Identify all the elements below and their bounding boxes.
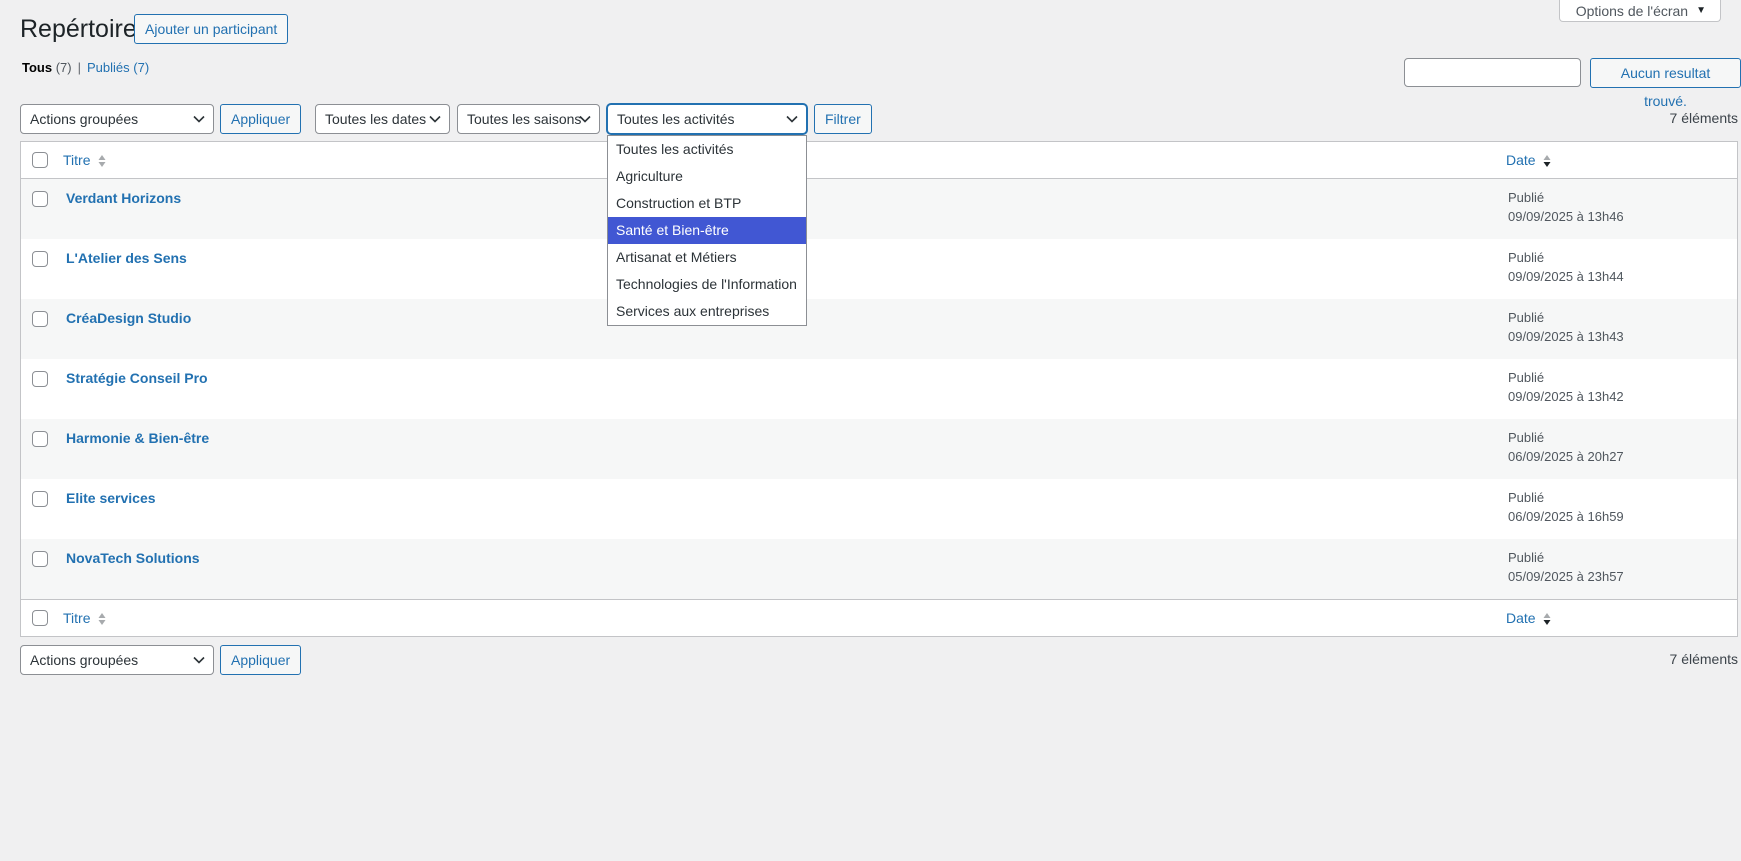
screen-options-button[interactable]: Options de l'écran ▼ — [1558, 0, 1721, 22]
column-date-sort-footer[interactable]: Date — [1506, 610, 1551, 626]
table-footer: Titre Date — [21, 599, 1737, 636]
row-date: 05/09/2025 à 23h57 — [1508, 569, 1624, 584]
sort-icon — [98, 155, 106, 168]
participants-table: Titre Date Verdant Horizons Publié 09/09/2… — [20, 141, 1738, 637]
row-date: 09/09/2025 à 13h42 — [1508, 389, 1624, 404]
chevron-down-icon — [429, 115, 441, 123]
row-date: 06/09/2025 à 16h59 — [1508, 509, 1624, 524]
caret-down-icon: ▼ — [1696, 4, 1706, 16]
bulk-actions-select-bottom[interactable]: Actions groupées — [20, 645, 214, 675]
column-date-label: Date — [1506, 152, 1536, 168]
row-checkbox[interactable] — [32, 191, 48, 207]
column-date-sort[interactable]: Date — [1506, 152, 1551, 168]
dates-filter-value: Toutes les dates — [325, 111, 427, 127]
table-header: Titre Date — [21, 142, 1737, 179]
activity-option[interactable]: Toutes les activités — [608, 136, 806, 163]
row-checkbox[interactable] — [32, 371, 48, 387]
table-row: Stratégie Conseil Pro Publié 09/09/2025 à … — [21, 359, 1737, 419]
row-title-link[interactable]: CréaDesign Studio — [66, 310, 191, 326]
activities-filter-value: Toutes les activités — [617, 111, 735, 127]
chevron-down-icon — [193, 656, 205, 664]
row-date: 09/09/2025 à 13h46 — [1508, 209, 1624, 224]
column-title-label: Titre — [63, 610, 91, 626]
row-title-link[interactable]: Harmonie & Bien-être — [66, 430, 209, 446]
apply-button-bottom[interactable]: Appliquer — [220, 645, 302, 675]
add-participant-button[interactable]: Ajouter un participant — [134, 14, 289, 44]
view-filters: Tous (7) | Publiés (7) — [22, 60, 149, 75]
row-checkbox[interactable] — [32, 491, 48, 507]
activity-option[interactable]: Santé et Bien-être — [608, 217, 806, 244]
row-title-link[interactable]: Elite services — [66, 490, 156, 506]
seasons-filter-select[interactable]: Toutes les saisons — [457, 104, 600, 134]
sort-icon — [98, 613, 106, 626]
bulk-actions-value-bottom: Actions groupées — [30, 652, 139, 668]
table-row: Harmonie & Bien-être Publié 06/09/2025 à 2… — [21, 419, 1737, 479]
row-status: Publié — [1508, 310, 1545, 325]
row-title-link[interactable]: Stratégie Conseil Pro — [66, 370, 208, 386]
row-status: Publié — [1508, 250, 1545, 265]
table-row: Elite services Publié 06/09/2025 à 16h59 — [21, 479, 1737, 539]
screen-options-label: Options de l'écran — [1575, 2, 1689, 19]
activity-option[interactable]: Construction et BTP — [608, 190, 806, 217]
row-date: 06/09/2025 à 20h27 — [1508, 449, 1624, 464]
bulk-actions-select[interactable]: Actions groupées — [20, 104, 214, 134]
items-count-bottom: 7 éléments — [1669, 651, 1738, 667]
sort-desc-icon — [1543, 613, 1551, 626]
select-all-checkbox-footer[interactable] — [32, 610, 48, 626]
sort-desc-icon — [1543, 155, 1551, 168]
chevron-down-icon — [579, 115, 591, 123]
row-checkbox[interactable] — [32, 551, 48, 567]
items-count-top: 7 éléments — [1669, 110, 1738, 126]
view-separator: | — [77, 60, 81, 75]
table-row: Verdant Horizons Publié 09/09/2025 à 13h46 — [21, 179, 1737, 239]
column-title-sort[interactable]: Titre — [63, 152, 106, 168]
view-published-count: (7) — [133, 60, 150, 75]
view-all-link[interactable]: Tous (7) — [22, 60, 72, 75]
view-all-count: (7) — [55, 60, 72, 75]
column-title-label: Titre — [63, 152, 91, 168]
row-status: Publié — [1508, 370, 1545, 385]
activity-option[interactable]: Services aux entreprises — [608, 298, 806, 325]
filter-button[interactable]: Filtrer — [814, 104, 872, 134]
select-all-checkbox[interactable] — [32, 152, 48, 168]
row-title-link[interactable]: Verdant Horizons — [66, 190, 181, 206]
row-status: Publié — [1508, 430, 1545, 445]
column-title-sort-footer[interactable]: Titre — [63, 610, 106, 626]
view-published-link[interactable]: Publiés (7) — [87, 60, 149, 75]
activity-option[interactable]: Technologies de l'Information — [608, 271, 806, 298]
table-row: CréaDesign Studio Publié 09/09/2025 à 13h4… — [21, 299, 1737, 359]
row-title-link[interactable]: NovaTech Solutions — [66, 550, 200, 566]
dates-filter-select[interactable]: Toutes les dates — [315, 104, 450, 134]
row-status: Publié — [1508, 550, 1545, 565]
chevron-down-icon — [193, 115, 205, 123]
activities-filter-select[interactable]: Toutes les activités — [607, 104, 807, 134]
activity-option[interactable]: Artisanat et Métiers — [608, 244, 806, 271]
search-input[interactable] — [1404, 58, 1581, 87]
table-body: Verdant Horizons Publié 09/09/2025 à 13h46… — [21, 179, 1737, 599]
activity-option[interactable]: Agriculture — [608, 163, 806, 190]
view-published-label: Publiés — [87, 60, 130, 75]
bulk-actions-value: Actions groupées — [30, 111, 139, 127]
page-title: Repértoire — [20, 15, 137, 43]
row-checkbox[interactable] — [32, 251, 48, 267]
chevron-down-icon — [786, 115, 798, 123]
table-row: L'Atelier des Sens Publié 09/09/2025 à 13h… — [21, 239, 1737, 299]
row-title-link[interactable]: L'Atelier des Sens — [66, 250, 187, 266]
search-button[interactable]: Aucun resultat trouvé. — [1590, 58, 1741, 109]
row-date: 09/09/2025 à 13h44 — [1508, 269, 1624, 284]
row-date: 09/09/2025 à 13h43 — [1508, 329, 1624, 344]
activities-dropdown-list: Toutes les activités Agriculture Construct… — [607, 135, 807, 326]
apply-button[interactable]: Appliquer — [220, 104, 302, 134]
row-checkbox[interactable] — [32, 431, 48, 447]
row-status: Publié — [1508, 490, 1545, 505]
column-date-label: Date — [1506, 610, 1536, 626]
seasons-filter-value: Toutes les saisons — [467, 111, 582, 127]
view-all-label: Tous — [22, 60, 53, 75]
row-status: Publié — [1508, 190, 1545, 205]
table-row: NovaTech Solutions Publié 05/09/2025 à 23h… — [21, 539, 1737, 599]
row-checkbox[interactable] — [32, 311, 48, 327]
